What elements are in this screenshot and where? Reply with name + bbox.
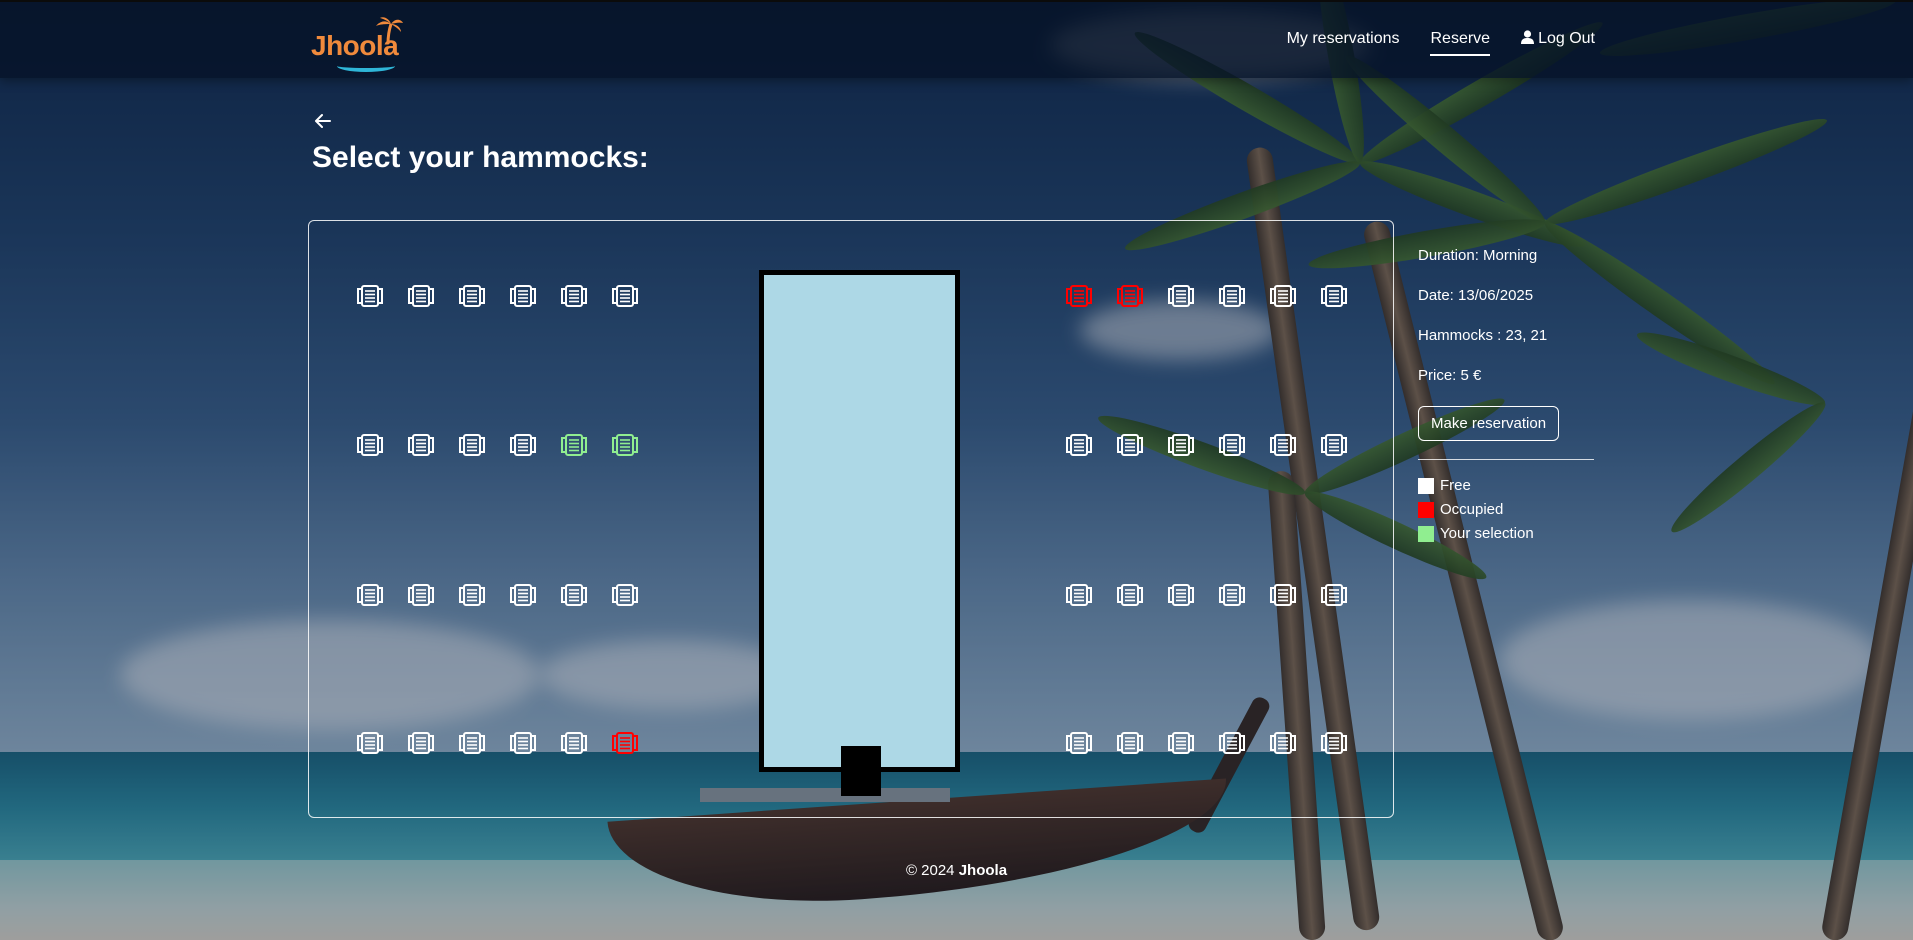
hammock-right-1-3-free[interactable] — [1218, 432, 1246, 458]
legend-item-occupied: Occupied — [1418, 498, 1594, 522]
hammock-right-3-5-free[interactable] — [1320, 730, 1348, 756]
hammock-left-3-4-free[interactable] — [560, 730, 588, 756]
hammock-left-3-5-occupied — [612, 732, 638, 754]
legend-item-selection: Your selection — [1418, 522, 1594, 546]
reservation-summary: Duration: Morning Date: 13/06/2025 Hammo… — [1418, 246, 1594, 546]
hammock-right-1-1-free[interactable] — [1116, 432, 1144, 458]
hammock-right-2-2-free[interactable] — [1167, 582, 1195, 608]
hammock-left-1-1-free[interactable] — [407, 432, 435, 458]
divider — [1418, 459, 1594, 460]
footer: © 2024 Jhoola — [0, 862, 1913, 879]
hammock-left-3-1-free[interactable] — [407, 730, 435, 756]
hammock-left-2-1-free[interactable] — [407, 582, 435, 608]
hammocks-text: Hammocks : 23, 21 — [1418, 327, 1548, 344]
footer-brand: Jhoola — [958, 862, 1008, 879]
hammock-right-2-5-free[interactable] — [1320, 582, 1348, 608]
hammock-right-2-1-free[interactable] — [1116, 582, 1144, 608]
legend-swatch-free — [1418, 478, 1434, 494]
nav-log-out[interactable]: Log Out — [1521, 30, 1595, 56]
hammock-right-0-2-free[interactable] — [1167, 283, 1195, 309]
hammock-right-3-1-free[interactable] — [1116, 730, 1144, 756]
hammock-left-0-1-free[interactable] — [407, 283, 435, 309]
brand-name: Jhoola — [311, 30, 399, 61]
user-icon — [1521, 30, 1535, 44]
hammock-left-3-0-free[interactable] — [356, 730, 384, 756]
legend-label: Free — [1440, 477, 1471, 494]
legend-item-free: Free — [1418, 474, 1594, 498]
hammock-left-3-2-free[interactable] — [458, 730, 486, 756]
hammock-left-0-2-free[interactable] — [458, 283, 486, 309]
hammock-left-2-0-free[interactable] — [356, 582, 384, 608]
footer-copyright: © 2024 — [905, 862, 955, 879]
hammock-right-3-3-free[interactable] — [1218, 730, 1246, 756]
hammock-right-0-5-free[interactable] — [1320, 283, 1348, 309]
hammock-right-1-0-free[interactable] — [1065, 432, 1093, 458]
hammock-left-0-0-free[interactable] — [356, 283, 384, 309]
hammock-left-1-4-selected[interactable] — [560, 432, 588, 458]
hammock-right-2-0-free[interactable] — [1065, 582, 1093, 608]
hammock-right-0-3-free[interactable] — [1218, 283, 1246, 309]
hammock-left-2-5-free[interactable] — [611, 582, 639, 608]
hammock-right-3-4-free[interactable] — [1269, 730, 1297, 756]
hammock-right-0-4-free[interactable] — [1269, 283, 1297, 309]
hammock-left-0-3-free[interactable] — [509, 283, 537, 309]
hammock-right-3-0-free[interactable] — [1065, 730, 1093, 756]
hammock-left-1-2-free[interactable] — [458, 432, 486, 458]
hammock-right-1-5-free[interactable] — [1320, 432, 1348, 458]
price-text: Price: 5 € — [1418, 367, 1482, 384]
nav-links: My reservations Reserve Log Out — [1287, 30, 1595, 56]
nav-log-out-label: Log Out — [1538, 30, 1595, 47]
nav-my-reservations[interactable]: My reservations — [1287, 30, 1400, 56]
hammock-left-2-4-free[interactable] — [560, 582, 588, 608]
pool — [759, 270, 960, 772]
hammock-left-2-3-free[interactable] — [509, 582, 537, 608]
duration-text: Duration: Morning — [1418, 247, 1538, 264]
hammock-left-1-5-selected[interactable] — [611, 432, 639, 458]
legend-label: Your selection — [1440, 525, 1534, 542]
legend-label: Occupied — [1440, 501, 1504, 518]
hammock-left-0-4-free[interactable] — [560, 283, 588, 309]
hammock-right-3-2-free[interactable] — [1167, 730, 1195, 756]
hammock-right-0-1-occupied — [1117, 285, 1143, 307]
hammock-right-0-0-occupied — [1066, 285, 1092, 307]
hammock-left-0-5-free[interactable] — [611, 283, 639, 309]
date-text: Date: 13/06/2025 — [1418, 287, 1534, 304]
back-arrow-icon[interactable] — [313, 111, 333, 131]
hammock-right-2-4-free[interactable] — [1269, 582, 1297, 608]
navbar: Jhoola My reservations Reserve Log Out — [0, 0, 1913, 78]
hammock-left-1-0-free[interactable] — [356, 432, 384, 458]
hammock-left-2-2-free[interactable] — [458, 582, 486, 608]
legend-swatch-occupied — [1418, 502, 1434, 518]
hammock-right-1-4-free[interactable] — [1269, 432, 1297, 458]
hammock-left-3-3-free[interactable] — [509, 730, 537, 756]
nav-reserve[interactable]: Reserve — [1430, 30, 1490, 56]
hammock-right-2-3-free[interactable] — [1218, 582, 1246, 608]
wave-logo-icon — [337, 60, 395, 72]
make-reservation-button[interactable]: Make reservation — [1418, 406, 1560, 441]
pool-ladder — [841, 746, 881, 796]
hammock-right-1-2-free[interactable] — [1167, 432, 1195, 458]
hammock-left-1-3-free[interactable] — [509, 432, 537, 458]
brand-logo[interactable]: Jhoola — [311, 16, 403, 72]
legend-swatch-selection — [1418, 526, 1434, 542]
page-title: Select your hammocks: — [312, 141, 649, 174]
